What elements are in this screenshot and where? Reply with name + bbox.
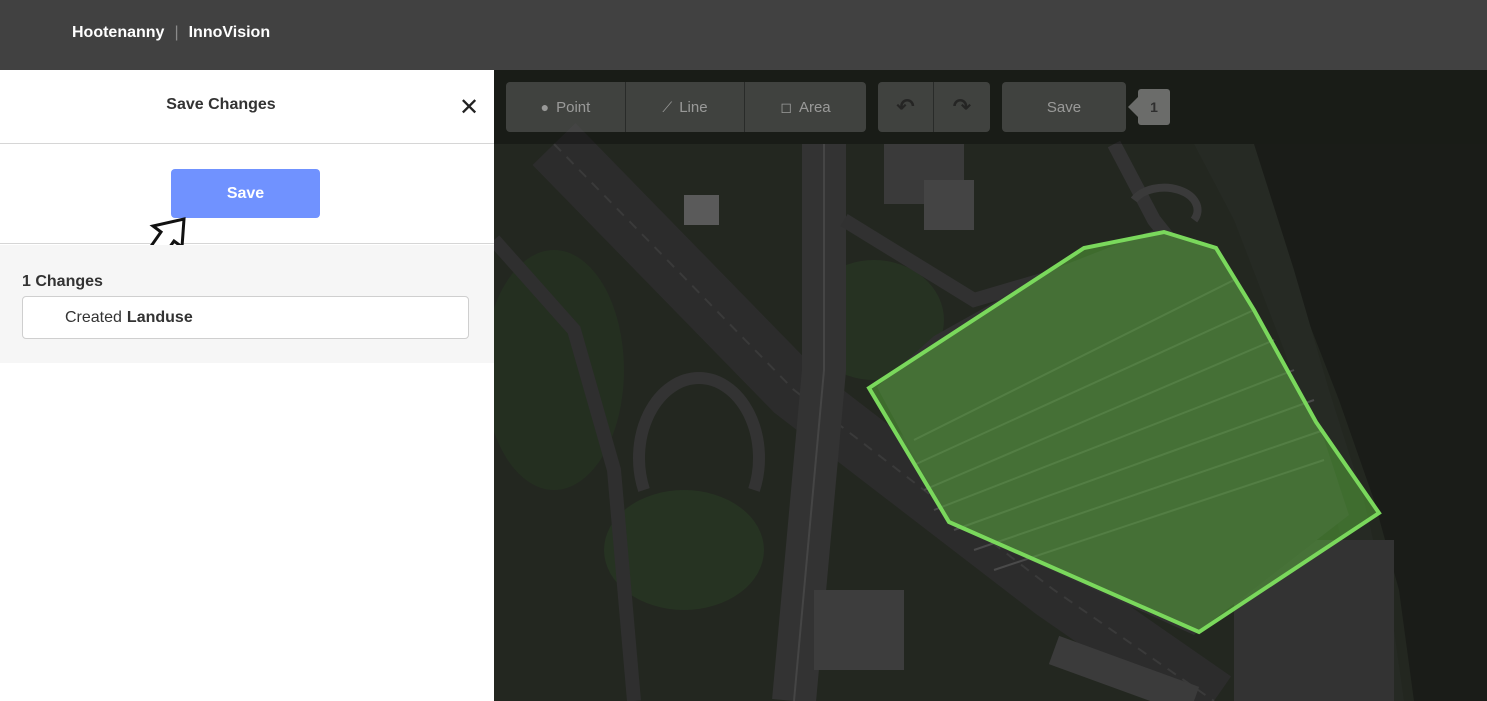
map-pin-icon: ● xyxy=(540,99,550,115)
map-save-button[interactable]: Save xyxy=(1002,82,1126,132)
area-icon: ◻ xyxy=(780,98,792,115)
area-label: Area xyxy=(798,98,831,116)
app-brand: Hootenanny | InnoVision xyxy=(72,22,270,44)
line-icon: ⟋ xyxy=(662,98,673,115)
changes-count: 1 Changes xyxy=(22,273,103,290)
brand-hootenanny: Hootenanny xyxy=(72,24,165,41)
add-line-button[interactable]: ⟋ Line xyxy=(626,82,745,132)
brand-innovision: InnoVision xyxy=(188,24,271,41)
panel-title: Save Changes xyxy=(166,96,276,113)
change-feature: Landuse xyxy=(126,308,193,326)
map-save-label: Save xyxy=(1046,98,1082,116)
add-point-button[interactable]: ● Point xyxy=(506,82,626,132)
change-list-item[interactable]: Created Landuse xyxy=(22,296,469,339)
change-action: Created xyxy=(65,308,122,326)
add-area-button[interactable]: ◻ Area xyxy=(745,82,866,132)
redo-icon[interactable]: ↷ xyxy=(934,82,990,132)
save-button[interactable]: Save xyxy=(171,169,320,218)
undo-icon[interactable]: ↶ xyxy=(878,82,934,132)
changes-section: 1 Changes Created Landuse xyxy=(0,245,494,363)
edit-count-badge: 1 xyxy=(1128,89,1170,125)
history-tools-group: ↶ ↷ xyxy=(878,82,990,132)
save-changes-panel: Save Changes ✕ Save 1 Changes Created La… xyxy=(0,70,494,701)
panel-header: Save Changes ✕ xyxy=(0,70,494,144)
top-bar: Hootenanny | InnoVision xyxy=(0,0,1487,70)
point-label: Point xyxy=(556,98,591,116)
line-label: Line xyxy=(679,98,708,116)
map-canvas[interactable]: ● Point ⟋ Line ◻ Area ↶ ↷ Save 1 xyxy=(494,70,1487,701)
satellite-imagery xyxy=(494,70,1487,701)
draw-tools-group: ● Point ⟋ Line ◻ Area xyxy=(506,82,866,132)
map-save-group: Save xyxy=(1002,82,1126,132)
brand-separator: | xyxy=(174,24,179,41)
save-button-area: Save xyxy=(0,144,494,244)
close-icon[interactable]: ✕ xyxy=(456,94,482,121)
